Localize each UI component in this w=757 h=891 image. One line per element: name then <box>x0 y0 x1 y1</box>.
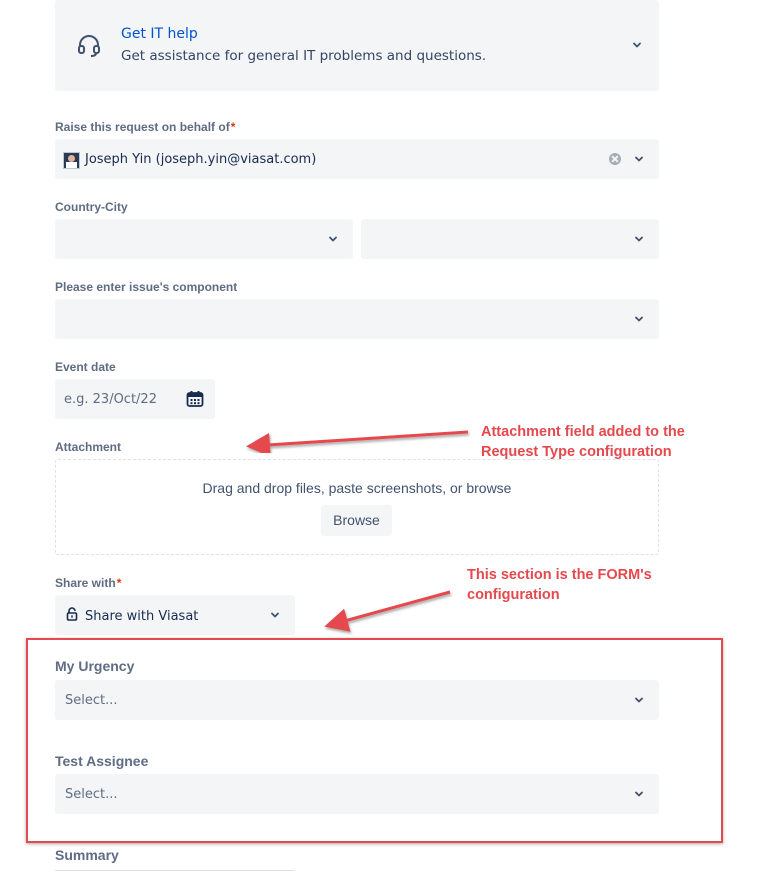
form-arrow <box>324 590 451 632</box>
form-annotation-line1: This section is the FORM's <box>467 567 652 583</box>
component-select[interactable] <box>55 299 659 339</box>
city-select[interactable] <box>361 219 659 259</box>
dropzone-text: Drag and drop files, paste screenshots, … <box>202 480 512 496</box>
form-annotation: This section is the FORM's configuration <box>467 565 652 605</box>
required-marker: * <box>230 120 236 134</box>
unlock-icon <box>66 607 78 626</box>
summary-field-edge <box>55 870 295 871</box>
browse-button[interactable]: Browse <box>321 505 392 536</box>
attachment-annotation: Attachment field added to the Request Ty… <box>481 422 685 462</box>
assignee-label: Test Assignee <box>55 753 149 769</box>
attachment-annotation-line1: Attachment field added to the <box>481 424 685 440</box>
calendar-icon[interactable] <box>186 390 204 413</box>
request-type-title[interactable]: Get IT help <box>121 26 198 42</box>
chevron-down-icon[interactable] <box>634 234 644 244</box>
component-label: Please enter issue's component <box>55 280 238 294</box>
attachment-annotation-line2: Request Type configuration <box>481 444 672 460</box>
clear-icon[interactable] <box>609 153 621 165</box>
form-annotation-line2: configuration <box>467 587 560 603</box>
chevron-down-icon[interactable] <box>328 234 338 244</box>
avatar <box>63 152 80 169</box>
chevron-down-icon[interactable] <box>632 40 642 50</box>
attachment-arrow <box>246 430 469 457</box>
chevron-down-icon[interactable] <box>634 154 644 164</box>
request-type-description: Get assistance for general IT problems a… <box>121 48 487 64</box>
headset-icon <box>76 34 102 58</box>
request-type-card[interactable] <box>55 0 659 91</box>
summary-label: Summary <box>55 847 119 863</box>
assignee-placeholder: Select... <box>65 787 118 802</box>
event-date-label: Event date <box>55 360 116 374</box>
event-date-placeholder: e.g. 23/Oct/22 <box>64 392 157 407</box>
country-city-label: Country-City <box>55 200 128 214</box>
share-with-value: Share with Viasat <box>85 609 199 624</box>
chevron-down-icon[interactable] <box>634 789 644 799</box>
country-select[interactable] <box>55 219 353 259</box>
urgency-placeholder: Select... <box>65 693 118 708</box>
attachment-label: Attachment <box>55 440 122 454</box>
chevron-down-icon[interactable] <box>634 314 644 324</box>
assignee-select[interactable] <box>55 774 659 814</box>
on-behalf-label: Raise this request on behalf of* <box>55 120 236 134</box>
chevron-down-icon[interactable] <box>270 610 280 620</box>
urgency-label: My Urgency <box>55 658 135 674</box>
urgency-select[interactable] <box>55 680 659 720</box>
chevron-down-icon[interactable] <box>634 695 644 705</box>
required-marker: * <box>116 576 122 590</box>
on-behalf-value: Joseph Yin (joseph.yin@viasat.com) <box>85 152 317 167</box>
share-with-label: Share with* <box>55 576 122 590</box>
